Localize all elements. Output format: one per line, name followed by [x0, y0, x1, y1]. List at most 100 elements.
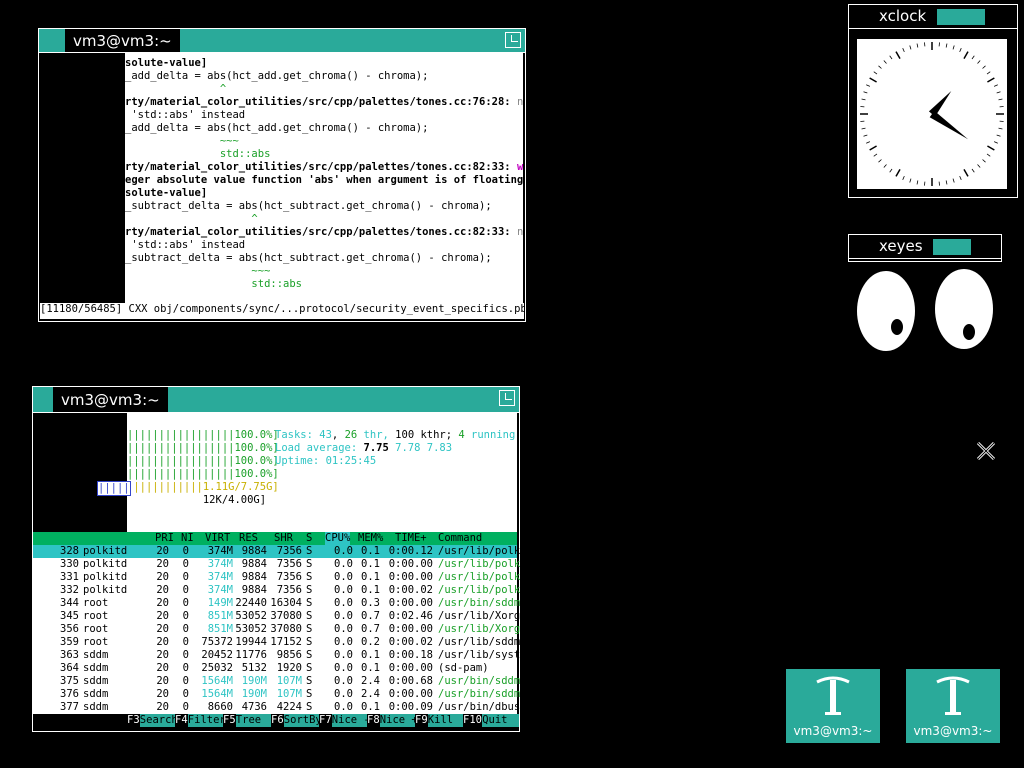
process-row[interactable]: 377 sddm 20 0 8660 4736 4224 S 0.0 0.1 0:00.09/usr… — [33, 701, 520, 714]
htop-titlebar[interactable]: vm3@vm3:~ — [33, 387, 519, 413]
process-table[interactable]: 328 polkitd 20 0 374M 9884 7356 S 0.0 0.1 0:00.12/… — [33, 545, 521, 714]
xeyes-eyes-icon — [857, 269, 993, 351]
terminal-window[interactable]: vm3@vm3:~ solute-value] _add_delta = abs(… — [38, 28, 526, 322]
fkey-label[interactable]: Nice + — [379, 714, 418, 727]
process-row[interactable]: 363 sddm 20 0 20452 11776 9856 S 0.0 0.1 0:00.18/u… — [33, 649, 520, 662]
column-header-shr[interactable]: SHR — [274, 532, 293, 545]
process-row[interactable]: 376 sddm 20 0 1564M 190M 107M S 0.0 2.4 0:00.00/us… — [33, 688, 520, 701]
fkey-F8[interactable]: F8 — [367, 714, 380, 727]
process-cmd: /usr/lib/sddm — [438, 636, 521, 648]
column-header-ni[interactable]: NI — [181, 532, 194, 545]
xeyes-window[interactable]: xeyes — [848, 234, 1002, 262]
process-time: 0:00.68 — [388, 675, 433, 687]
xeyes-title-block — [933, 239, 971, 255]
fkey-F5[interactable]: F5 — [223, 714, 236, 727]
process-row[interactable]: 364 sddm 20 0 25032 5132 1920 S 0.0 0.1 0:00.00 (sd… — [33, 662, 517, 675]
fkey-F10[interactable]: F10 — [463, 714, 482, 727]
meter-row: |||||||||||||||||100.0%] — [127, 468, 517, 481]
column-header-s[interactable]: S — [306, 532, 312, 545]
column-header-cmd[interactable]: Command — [438, 532, 482, 545]
fkey-F3[interactable]: F3 — [127, 714, 140, 727]
terminal-line: solute-value] — [125, 57, 523, 70]
fkey-label[interactable]: SortBy — [283, 714, 322, 727]
fkey-label[interactable]: Quit — [482, 714, 519, 727]
process-pid: 356 — [60, 623, 79, 635]
process-user: polkitd — [83, 545, 128, 557]
stat-text: Uptime: — [275, 455, 326, 467]
fkey-F7[interactable]: F7 — [319, 714, 332, 727]
column-header-virt[interactable]: VIRT — [205, 532, 230, 545]
process-row[interactable]: 328 polkitd 20 0 374M 9884 7356 S 0.0 0.1 0:00.12/… — [33, 545, 521, 558]
fkey-label[interactable]: Search — [139, 714, 178, 727]
terminal-line: rty/material_color_utilities/src/cpp/pal… — [125, 96, 523, 109]
stat-text: 100 kthr; — [395, 429, 459, 441]
meter-row: |||||||||||||||||100.0%] Load average: 7.… — [127, 442, 517, 455]
process-shr: 1920 — [276, 662, 302, 674]
terminal-line: _subtract_delta = abs(hct_subtract.get_c… — [125, 252, 523, 265]
fkey-label[interactable]: Tree — [235, 714, 271, 727]
process-time: 0:00.18 — [388, 649, 433, 661]
terminal-text: ~~~ — [125, 265, 271, 277]
process-cmd: /usr/lib/polk — [438, 571, 521, 583]
process-user: root — [83, 610, 109, 622]
column-header-time[interactable]: TIME+ — [395, 532, 427, 545]
maximize-button[interactable] — [505, 32, 521, 48]
terminal-titlebar[interactable]: vm3@vm3:~ — [39, 29, 525, 53]
fkey-F6[interactable]: F6 — [271, 714, 284, 727]
xclock-title: xclock — [879, 7, 927, 25]
process-pid: 375 — [60, 675, 79, 687]
xclock-window[interactable]: xclock — [848, 4, 1018, 198]
process-shr: 7356 — [276, 545, 302, 557]
process-row[interactable]: 356 root 20 0 851M 53052 37080 S 0.0 0.7 0:00.00/u… — [33, 623, 520, 636]
column-header-mem[interactable]: MEM% — [358, 532, 383, 545]
process-row[interactable]: 359 root 20 0 75372 19944 17152 S 0.0 0.2 0:00.02/… — [33, 636, 521, 649]
maximize-button[interactable] — [499, 390, 515, 406]
iconified-terminal-2[interactable]: vm3@vm3:~ — [906, 669, 1000, 743]
terminal-line: solute-value] — [125, 187, 523, 200]
process-time: 0:00.00 — [388, 662, 433, 674]
iconified-terminal-1[interactable]: vm3@vm3:~ — [786, 669, 880, 743]
htop-title: vm3@vm3:~ — [53, 387, 168, 412]
column-header-pri[interactable]: PRI — [155, 532, 174, 545]
terminal-text: rty/material_color_utilities/src/cpp/pal… — [125, 226, 517, 238]
process-row[interactable]: 332 polkitd 20 0 374M 9884 7356 S 0.0 0.1 0:00.02/… — [33, 584, 521, 597]
terminal-output[interactable]: solute-value] _add_delta = abs(hct_add.ge… — [125, 53, 523, 303]
column-header-res[interactable]: RES — [239, 532, 258, 545]
process-table-header[interactable]: PRI NI VIRT RES SHR S CPU% MEM% TIME+ Command — [33, 532, 517, 545]
terminal-text: eger absolute value function 'abs' when … — [125, 174, 523, 186]
meter-row: |||||||||||||||||100.0%] Tasks: 43, 26 th… — [127, 429, 517, 442]
terminal-text: solute-value] — [125, 187, 208, 199]
htop-window[interactable]: vm3@vm3:~ |||||||||||||||||100.0%] Tasks:… — [32, 386, 520, 732]
terminal-title: vm3@vm3:~ — [65, 29, 180, 52]
process-cmd: /usr/lib/Xorg — [438, 610, 521, 622]
fkey-F9[interactable]: F9 — [415, 714, 428, 727]
process-row[interactable]: 330 polkitd 20 0 374M 9884 7356 S 0.0 0.1 0:00.00/… — [33, 558, 520, 571]
process-row[interactable]: 344 root 20 0 149M 22440 16304 S 0.0 0.3 0:00.00/u… — [33, 597, 520, 610]
process-row[interactable]: 331 polkitd 20 0 374M 9884 7356 S 0.0 0.1 0:00.00/… — [33, 571, 521, 584]
terminal-text: std::abs — [125, 278, 303, 290]
process-user: polkitd — [83, 558, 128, 570]
mem-meter-prefix: ||||| — [97, 481, 131, 496]
process-shr: 9856 — [276, 649, 302, 661]
process-row[interactable]: 375 sddm 20 0 1564M 190M 107M S 0.0 2.4 0:00.68/us… — [33, 675, 520, 688]
process-cmd: /usr/lib/polk — [438, 584, 521, 596]
process-shr: 7356 — [276, 571, 302, 583]
xeyes-titlebar[interactable]: xeyes — [849, 235, 1001, 259]
terminal-text: _subtract_delta = abs(hct_subtract.get_c… — [125, 252, 492, 264]
fkey-label[interactable]: Nice - — [331, 714, 370, 727]
process-shr: 7356 — [276, 584, 302, 596]
process-shr: 107M — [276, 675, 302, 687]
terminal-line: 'std::abs' instead — [125, 239, 523, 252]
xclock-titlebar[interactable]: xclock — [849, 5, 1017, 29]
process-cmd: /usr/lib/polk — [438, 545, 521, 557]
column-header-cpu[interactable]: CPU% — [325, 532, 351, 545]
fkey-F4[interactable]: F4 — [175, 714, 188, 727]
meter-row: 12K/4.00G] — [127, 494, 517, 507]
process-row[interactable]: 345 root 20 0 851M 53052 37080 S 0.0 0.7 0:02.46/u… — [33, 610, 521, 623]
terminal-status-line: [11180/56485] CXX obj/components/sync/..… — [40, 303, 524, 319]
process-pid: 376 — [60, 688, 79, 700]
fkey-label[interactable]: Filter — [187, 714, 226, 727]
fkey-label[interactable]: Kill — [427, 714, 463, 727]
process-cmd: (sd-pam) — [438, 662, 489, 674]
htop-function-keys[interactable]: F3 Search F4 Filter F5 Tree F6 SortBy F7 Nice - F8… — [33, 714, 519, 727]
